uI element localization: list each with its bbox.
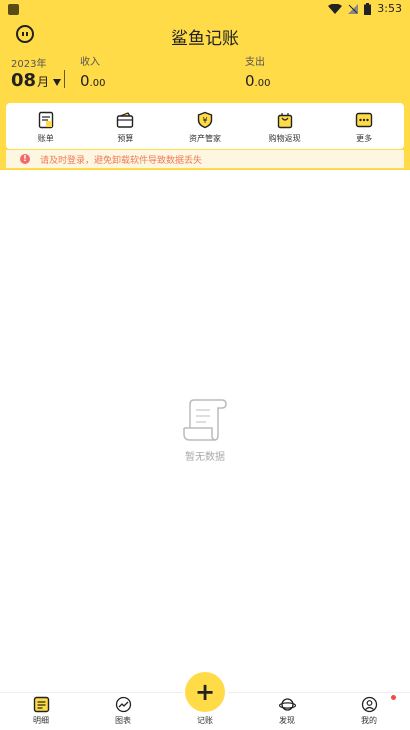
income-label: 收入 bbox=[80, 57, 100, 68]
bill-icon bbox=[38, 111, 53, 129]
notification-dot bbox=[391, 695, 396, 700]
clock: 3:53 bbox=[377, 2, 402, 15]
page-title: 鲨鱼记账 bbox=[171, 29, 239, 49]
detail-icon bbox=[33, 696, 49, 713]
month-number: 08 bbox=[11, 70, 37, 91]
shortcut-cashback[interactable]: 购物返现 bbox=[245, 103, 325, 149]
notice-text: 请及时登录，避免卸载软件导致数据丢失 bbox=[40, 155, 203, 166]
month-unit: 月 bbox=[37, 75, 50, 89]
empty-receipt-icon bbox=[183, 399, 227, 441]
shopping-bag-icon bbox=[277, 113, 292, 129]
profile-icon bbox=[361, 696, 377, 713]
chart-icon bbox=[115, 696, 131, 713]
empty-state: 暂无数据 bbox=[0, 398, 410, 463]
tab-profile[interactable]: 我的 bbox=[328, 693, 410, 730]
title-bar: 鲨鱼记账 bbox=[0, 22, 410, 49]
shortcut-assets[interactable]: ¥ 资产管家 bbox=[165, 103, 245, 149]
tab-discover[interactable]: 发现 bbox=[246, 693, 328, 730]
tab-detail[interactable]: 明细 bbox=[0, 693, 82, 730]
divider bbox=[64, 70, 65, 88]
shortcut-more[interactable]: 更多 bbox=[324, 103, 404, 149]
app-notification-icon bbox=[8, 4, 19, 15]
expense-value: 0.00 bbox=[245, 72, 271, 90]
month-selector[interactable]: 08 月 bbox=[11, 70, 62, 91]
wifi-icon bbox=[328, 3, 343, 14]
status-bar: 3:53 bbox=[0, 0, 410, 18]
add-icon: + bbox=[194, 678, 216, 706]
add-record-button[interactable]: + bbox=[185, 672, 225, 712]
planet-icon bbox=[278, 698, 296, 711]
shield-yen-icon: ¥ bbox=[197, 111, 213, 129]
expense-label: 支出 bbox=[245, 57, 265, 68]
dropdown-arrow-icon bbox=[53, 79, 62, 86]
svg-text:¥: ¥ bbox=[202, 116, 207, 125]
shortcut-bill[interactable]: 账单 bbox=[6, 103, 86, 149]
year-label: 2023年 bbox=[11, 59, 47, 70]
alert-icon: ! bbox=[20, 154, 30, 164]
empty-text: 暂无数据 bbox=[185, 452, 225, 463]
more-icon bbox=[355, 112, 373, 128]
login-notice[interactable]: ! 请及时登录，避免卸载软件导致数据丢失 bbox=[6, 150, 404, 168]
wallet-icon bbox=[117, 112, 134, 128]
shortcut-card: 账单 预算 ¥ 资产管家 购物返现 更多 bbox=[6, 103, 404, 149]
battery-icon bbox=[364, 2, 372, 15]
income-value: 0.00 bbox=[80, 72, 106, 90]
shortcut-budget[interactable]: 预算 bbox=[86, 103, 166, 149]
tab-chart[interactable]: 图表 bbox=[82, 693, 164, 730]
signal-off-icon bbox=[348, 3, 359, 14]
